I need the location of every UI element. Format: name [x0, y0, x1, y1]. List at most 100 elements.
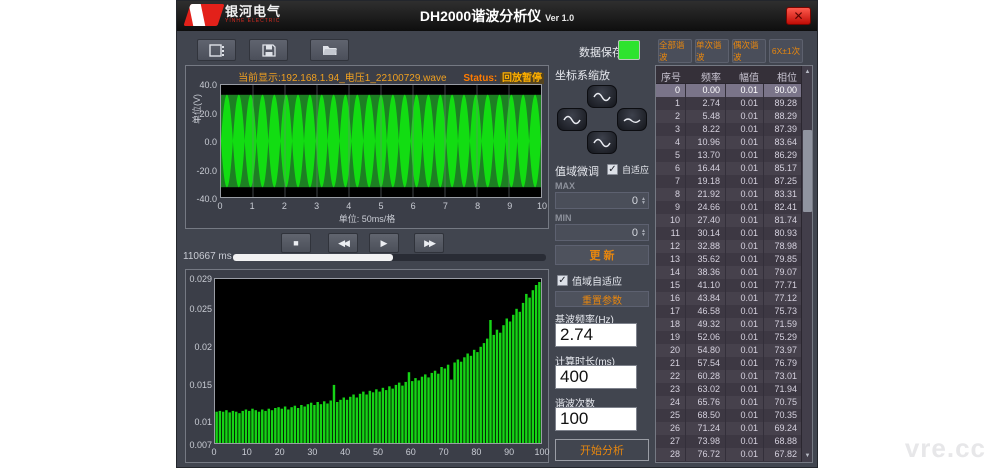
- table-row[interactable]: 2157.540.0176.79: [656, 357, 802, 370]
- table-header-2[interactable]: 幅值: [726, 66, 764, 83]
- table-cell: 11: [656, 227, 686, 240]
- table-row[interactable]: 2773.980.0168.88: [656, 435, 802, 448]
- table-row[interactable]: 38.220.0187.39: [656, 123, 802, 136]
- table-header-1[interactable]: 频率: [686, 66, 726, 83]
- min-input[interactable]: 0 ▲▼: [555, 224, 649, 241]
- waveform-y-tick: -20.0: [186, 166, 217, 176]
- scroll-up-icon[interactable]: ▲: [802, 66, 813, 78]
- table-cell: 0.01: [726, 227, 764, 240]
- table-row[interactable]: 1438.360.0179.07: [656, 266, 802, 279]
- harmonic-count-input[interactable]: 100: [555, 407, 637, 431]
- close-button[interactable]: ✕: [786, 7, 811, 25]
- table-row[interactable]: 2363.020.0171.94: [656, 383, 802, 396]
- table-cell: 43.84: [686, 292, 726, 305]
- table-row[interactable]: 410.960.0183.64: [656, 136, 802, 149]
- table-row[interactable]: 2671.240.0169.24: [656, 422, 802, 435]
- table-row[interactable]: 924.660.0182.41: [656, 201, 802, 214]
- range-adaptive-checkbox[interactable]: ✓ 值域自适应: [557, 273, 622, 288]
- max-input[interactable]: 0 ▲▼: [555, 192, 649, 209]
- fundamental-freq-input[interactable]: 2.74: [555, 323, 637, 347]
- sine-wave-icon: [593, 92, 611, 102]
- spectrum-x-tick: 50: [368, 447, 388, 457]
- table-cell: 27.40: [686, 214, 726, 227]
- table-row[interactable]: 719.180.0187.25: [656, 175, 802, 188]
- filter-even-harmonics-button[interactable]: 偶次谐波: [732, 39, 766, 63]
- table-cell: 87.39: [764, 123, 802, 136]
- table-row[interactable]: 2568.500.0170.35: [656, 409, 802, 422]
- reset-params-button[interactable]: 重置参数: [555, 291, 649, 307]
- title-bar: 银河电气 YINHE ELECTRIC DH2000谐波分析仪 Ver 1.0 …: [177, 1, 817, 31]
- zoom-right-button[interactable]: [617, 108, 647, 131]
- app-title-text: DH2000谐波分析仪: [420, 8, 541, 24]
- table-cell: 19: [656, 331, 686, 344]
- scrollbar-thumb[interactable]: [803, 130, 812, 212]
- play-button[interactable]: ▶: [369, 233, 399, 253]
- spectrum-plot[interactable]: [214, 278, 542, 444]
- zoom-up-button[interactable]: [587, 85, 617, 108]
- harmonics-table: 序号频率幅值相位 00.000.0190.0012.740.0189.2825.…: [655, 65, 813, 463]
- table-row[interactable]: 1746.580.0175.73: [656, 305, 802, 318]
- save-icon: [262, 44, 276, 57]
- table-cell: 28: [656, 448, 686, 461]
- filter-6x1-button[interactable]: 6X±1次: [769, 39, 803, 63]
- table-cell: 13.70: [686, 149, 726, 162]
- fast-forward-button[interactable]: ▶▶: [414, 233, 444, 253]
- spinner-arrows-icon[interactable]: ▲▼: [641, 197, 646, 205]
- table-cell: 0.01: [726, 162, 764, 175]
- sine-wave-icon: [593, 138, 611, 148]
- spinner-arrows-icon[interactable]: ▲▼: [641, 229, 646, 237]
- table-row[interactable]: 1232.880.0178.98: [656, 240, 802, 253]
- table-cell: 0.01: [726, 383, 764, 396]
- calc-duration-input[interactable]: 400: [555, 365, 637, 389]
- save-button[interactable]: [249, 39, 288, 61]
- adaptive-checkbox-label: 自适应: [622, 163, 649, 176]
- table-row[interactable]: 1849.320.0171.59: [656, 318, 802, 331]
- table-row[interactable]: 2054.800.0173.97: [656, 344, 802, 357]
- table-row[interactable]: 1952.060.0175.29: [656, 331, 802, 344]
- waveform-x-tick: 10: [534, 201, 550, 211]
- table-row[interactable]: 1335.620.0179.85: [656, 253, 802, 266]
- table-cell: 0.01: [726, 344, 764, 357]
- table-body: 00.000.0190.0012.740.0189.2825.480.0188.…: [656, 84, 802, 462]
- table-row[interactable]: 12.740.0189.28: [656, 97, 802, 110]
- filter-all-harmonics-button[interactable]: 全部谐波: [658, 39, 692, 63]
- spectrum-y-tick: 0.029: [186, 274, 212, 284]
- table-row[interactable]: 821.920.0183.31: [656, 188, 802, 201]
- scroll-down-icon[interactable]: ▼: [802, 450, 813, 462]
- table-cell: 49.32: [686, 318, 726, 331]
- table-row[interactable]: 00.000.0190.00: [656, 84, 802, 97]
- adaptive-checkbox[interactable]: ✓ 自适应: [607, 163, 649, 176]
- table-cell: 16: [656, 292, 686, 305]
- table-row[interactable]: 1130.140.0180.93: [656, 227, 802, 240]
- stop-button[interactable]: ■: [281, 233, 311, 253]
- table-header-0[interactable]: 序号: [656, 66, 686, 83]
- playback-progress-slider[interactable]: [233, 254, 546, 261]
- rewind-button[interactable]: ◀◀: [328, 233, 358, 253]
- spectrum-x-tick: 60: [401, 447, 421, 457]
- table-row[interactable]: 1027.400.0181.74: [656, 214, 802, 227]
- table-header-3[interactable]: 相位: [764, 66, 802, 83]
- table-row[interactable]: 1541.100.0177.71: [656, 279, 802, 292]
- start-analysis-button[interactable]: 开始分析: [555, 439, 649, 461]
- update-button[interactable]: 更 新: [555, 245, 649, 265]
- table-cell: 24: [656, 396, 686, 409]
- waveform-x-tick: 5: [373, 201, 389, 211]
- zoom-left-button[interactable]: [557, 108, 587, 131]
- table-row[interactable]: 2465.760.0170.75: [656, 396, 802, 409]
- table-scrollbar[interactable]: ▲ ▼: [801, 66, 812, 462]
- table-row[interactable]: 616.440.0185.17: [656, 162, 802, 175]
- app-window: 银河电气 YINHE ELECTRIC DH2000谐波分析仪 Ver 1.0 …: [176, 0, 818, 468]
- filter-odd-harmonics-button[interactable]: 单次谐波: [695, 39, 729, 63]
- zoom-down-button[interactable]: [587, 131, 617, 154]
- table-cell: 52.06: [686, 331, 726, 344]
- waveform-plot[interactable]: [220, 84, 542, 198]
- table-row[interactable]: 2260.280.0173.01: [656, 370, 802, 383]
- table-cell: 0.00: [686, 84, 726, 97]
- table-row[interactable]: 2876.720.0167.82: [656, 448, 802, 461]
- device-button[interactable]: [197, 39, 236, 61]
- checkbox-check-icon: ✓: [557, 275, 568, 286]
- table-row[interactable]: 25.480.0188.29: [656, 110, 802, 123]
- table-row[interactable]: 1643.840.0177.12: [656, 292, 802, 305]
- open-file-button[interactable]: [310, 39, 349, 61]
- table-row[interactable]: 513.700.0186.29: [656, 149, 802, 162]
